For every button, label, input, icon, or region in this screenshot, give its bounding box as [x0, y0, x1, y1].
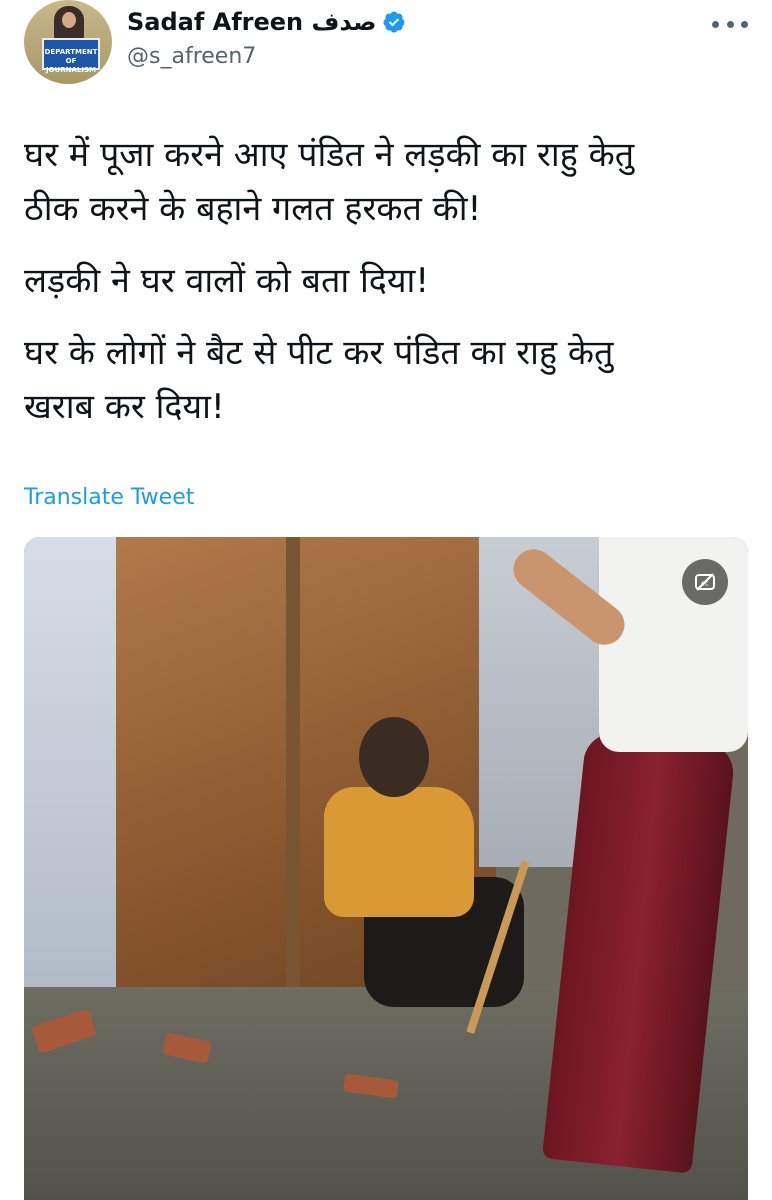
- captions-off-glyph: cc: [695, 573, 715, 591]
- author-name-row[interactable]: Sadaf Afreen صدف: [127, 4, 406, 40]
- avatar-face: [62, 12, 76, 28]
- verified-badge-icon: [383, 11, 405, 33]
- media-person-shirt: [324, 787, 474, 917]
- avatar-podium-text: DEPARTMENT OF JOURNALISM: [44, 48, 98, 74]
- tweet-text: घर में पूजा करने आए पंडित ने लड़की का रा…: [24, 128, 754, 452]
- more-dot: [726, 20, 734, 28]
- media-person-head: [359, 717, 429, 797]
- tweet-paragraph: घर के लोगों ने बैट से पीट कर पंडित का रा…: [24, 333, 614, 427]
- translate-tweet-link[interactable]: Translate Tweet: [24, 485, 194, 510]
- author-handle[interactable]: @s_afreen7: [127, 44, 256, 69]
- more-horizontal-icon[interactable]: [712, 12, 748, 36]
- media-person-top: [599, 537, 748, 752]
- avatar-podium: DEPARTMENT OF JOURNALISM: [42, 38, 100, 74]
- more-dot: [712, 20, 719, 28]
- tweet-paragraph: घर में पूजा करने आए पंडित ने लड़की का रा…: [24, 135, 635, 229]
- tweet-paragraph: लड़की ने घर वालों को बता दिया!: [24, 261, 429, 301]
- media-wall: [24, 537, 124, 1027]
- tweet-media-video[interactable]: cc: [24, 537, 748, 1200]
- author-display-name[interactable]: Sadaf Afreen صدف: [127, 8, 376, 36]
- more-dot: [741, 20, 748, 28]
- captions-off-icon[interactable]: cc: [682, 559, 728, 605]
- media-doorframe: [286, 537, 300, 1007]
- avatar[interactable]: DEPARTMENT OF JOURNALISM: [24, 0, 112, 84]
